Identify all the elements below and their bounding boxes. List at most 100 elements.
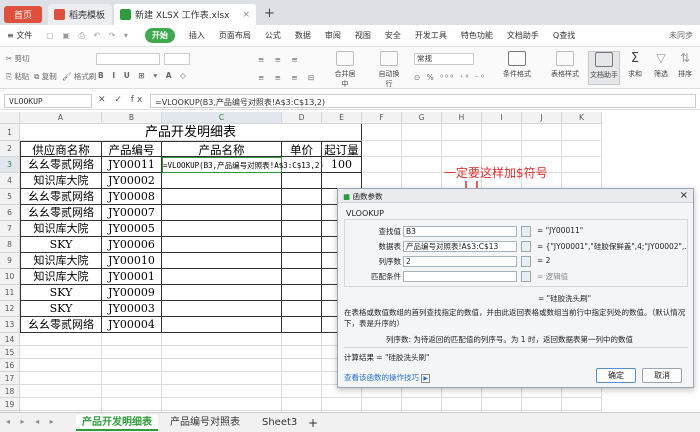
data-cell[interactable] bbox=[162, 269, 282, 285]
data-cell[interactable] bbox=[162, 285, 282, 301]
grid-cell[interactable] bbox=[482, 141, 522, 157]
function-args-dialog[interactable]: ■ 函数参数 × VLOOKUP 查找值 B3 = "JY00011" 数据表 产… bbox=[337, 188, 694, 388]
data-cell[interactable] bbox=[282, 301, 322, 317]
font-size-select[interactable] bbox=[164, 53, 190, 65]
grid-cell[interactable] bbox=[102, 385, 162, 398]
data-cell[interactable] bbox=[282, 269, 322, 285]
data-cell[interactable] bbox=[162, 253, 282, 269]
filter-button[interactable]: ▽ 筛选 bbox=[650, 51, 672, 85]
row-header[interactable]: 9 bbox=[0, 253, 20, 269]
search-button[interactable]: Q查找 bbox=[553, 30, 575, 41]
sheet-nav-icons[interactable]: ◂ ▸ ◂ ▸ bbox=[6, 417, 58, 426]
product-code-cell[interactable]: JY00003 bbox=[102, 301, 162, 317]
tab-file[interactable]: 新建 XLSX 工作表.xlsx × bbox=[114, 4, 256, 25]
grid-cell[interactable] bbox=[282, 372, 322, 385]
name-box[interactable]: VLOOKUP bbox=[4, 94, 92, 108]
column-header[interactable]: C bbox=[162, 112, 282, 124]
row-header[interactable]: 15 bbox=[0, 346, 20, 359]
grid-cell[interactable] bbox=[562, 173, 602, 189]
grid-cell[interactable] bbox=[362, 141, 402, 157]
data-cell[interactable] bbox=[162, 205, 282, 221]
number-format-select[interactable]: 常规 bbox=[414, 53, 474, 65]
data-cell[interactable] bbox=[162, 237, 282, 253]
grid-cell[interactable] bbox=[162, 398, 282, 411]
product-code-cell[interactable]: JY00010 bbox=[102, 253, 162, 269]
sort-button[interactable]: ⇅ 排序 bbox=[674, 51, 696, 85]
menu-item-insert[interactable]: 插入 bbox=[189, 30, 205, 41]
cut-button[interactable]: ✂ 剪切 bbox=[6, 53, 30, 64]
ref-select-icon[interactable] bbox=[521, 226, 531, 237]
doc-helper-button[interactable]: 文档助手 bbox=[588, 51, 620, 85]
ok-button[interactable]: 确定 bbox=[596, 368, 636, 383]
grid-cell[interactable] bbox=[402, 141, 442, 157]
grid-cell[interactable] bbox=[20, 398, 102, 411]
row-header[interactable]: 2 bbox=[0, 141, 20, 157]
data-cell[interactable] bbox=[282, 157, 322, 173]
row-header[interactable]: 6 bbox=[0, 205, 20, 221]
grid-cell[interactable] bbox=[282, 359, 322, 372]
supplier-cell[interactable]: 幺幺零贰网络 bbox=[20, 157, 102, 173]
grid-cell[interactable] bbox=[162, 372, 282, 385]
table-style-button[interactable]: 表格样式 bbox=[548, 51, 582, 85]
grid-cell[interactable] bbox=[102, 359, 162, 372]
sheet-tab-detail[interactable]: 产品开发明细表 bbox=[76, 415, 158, 431]
tab-template[interactable]: 稻壳模板 bbox=[48, 4, 112, 25]
data-cell[interactable] bbox=[162, 301, 282, 317]
column-header[interactable]: E bbox=[322, 112, 362, 124]
formula-action-icons[interactable]: ✕ ✓ fx bbox=[98, 95, 145, 105]
column-header[interactable]: B bbox=[102, 112, 162, 124]
close-tab-icon[interactable]: × bbox=[242, 10, 250, 20]
grid-cell[interactable] bbox=[482, 398, 522, 411]
grid-cell[interactable] bbox=[362, 173, 402, 189]
row-header[interactable]: 19 bbox=[0, 398, 20, 411]
arg-lookup-input[interactable]: B3 bbox=[403, 226, 517, 237]
data-cell[interactable] bbox=[322, 173, 362, 189]
supplier-cell[interactable]: 知识库大院 bbox=[20, 269, 102, 285]
number-format-buttons[interactable]: ⊙ % ⁰⁰⁰ ⁺⁰ ⁻⁰ bbox=[414, 73, 486, 82]
ref-select-icon[interactable] bbox=[521, 241, 531, 252]
data-cell[interactable] bbox=[282, 317, 322, 333]
grid-cell[interactable] bbox=[482, 124, 522, 141]
grid-cell[interactable] bbox=[322, 398, 362, 411]
grid-cell[interactable] bbox=[562, 157, 602, 173]
sync-status[interactable]: 未同步 bbox=[669, 30, 693, 41]
data-cell[interactable] bbox=[282, 285, 322, 301]
header-cell[interactable]: 单价 bbox=[282, 141, 322, 157]
supplier-cell[interactable]: SKY bbox=[20, 301, 102, 317]
row-header[interactable]: 1 bbox=[0, 124, 20, 141]
ref-select-icon[interactable] bbox=[521, 271, 531, 282]
dialog-close-icon[interactable]: × bbox=[680, 190, 688, 201]
grid-cell[interactable] bbox=[20, 333, 102, 346]
grid-cell[interactable] bbox=[162, 346, 282, 359]
menu-item-view[interactable]: 视图 bbox=[355, 30, 371, 41]
menu-item-developer[interactable]: 开发工具 bbox=[415, 30, 447, 41]
row-header[interactable]: 10 bbox=[0, 269, 20, 285]
font-name-select[interactable] bbox=[96, 53, 160, 65]
grid-cell[interactable] bbox=[162, 333, 282, 346]
grid-cell[interactable] bbox=[282, 385, 322, 398]
grid-cell[interactable] bbox=[162, 385, 282, 398]
grid-cell[interactable] bbox=[362, 124, 402, 141]
corner-cell[interactable] bbox=[0, 112, 20, 124]
conditional-format-button[interactable]: 条件格式 bbox=[500, 51, 534, 85]
column-header[interactable]: I bbox=[482, 112, 522, 124]
data-cell[interactable] bbox=[162, 189, 282, 205]
sheet-tab-sheet3[interactable]: Sheet3 bbox=[256, 415, 303, 431]
supplier-cell[interactable]: 知识库大院 bbox=[20, 221, 102, 237]
grid-cell[interactable] bbox=[20, 346, 102, 359]
arg-match-input[interactable] bbox=[403, 271, 517, 282]
row-header[interactable]: 3 bbox=[0, 157, 20, 173]
merge-button[interactable]: 合并居中 bbox=[332, 51, 358, 88]
product-code-cell[interactable]: JY00002 bbox=[102, 173, 162, 189]
row-header[interactable]: 4 bbox=[0, 173, 20, 189]
column-header[interactable]: H bbox=[442, 112, 482, 124]
grid-cell[interactable] bbox=[562, 398, 602, 411]
product-code-cell[interactable]: JY00001 bbox=[102, 269, 162, 285]
data-cell[interactable] bbox=[162, 221, 282, 237]
file-menu[interactable]: ≡ 文件 bbox=[7, 30, 32, 41]
column-header[interactable]: J bbox=[522, 112, 562, 124]
grid-cell[interactable] bbox=[20, 372, 102, 385]
grid-cell[interactable] bbox=[102, 346, 162, 359]
arg-col-index-input[interactable]: 2 bbox=[403, 256, 517, 267]
grid-cell[interactable] bbox=[562, 141, 602, 157]
